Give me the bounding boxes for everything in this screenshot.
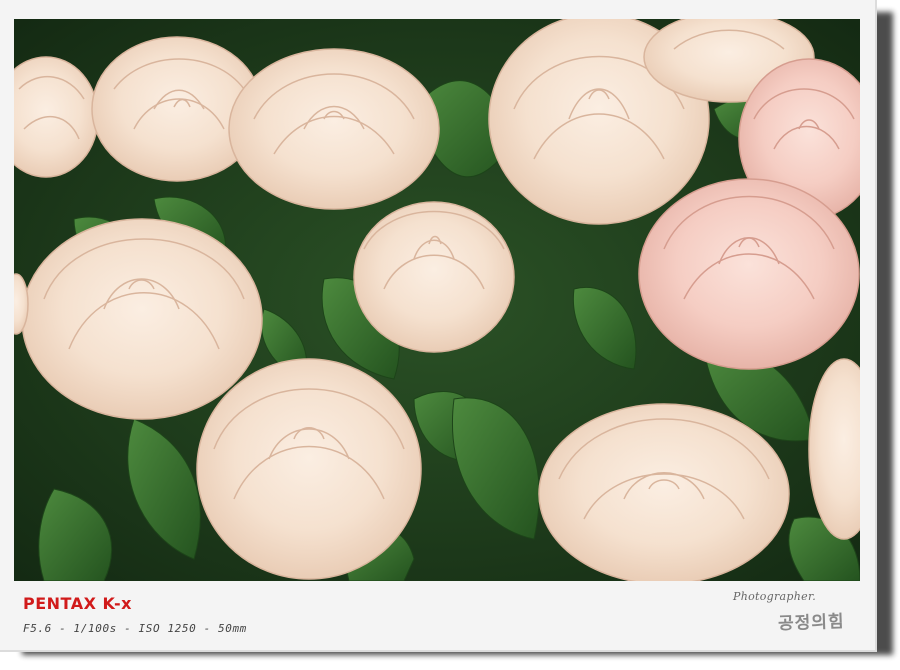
rose-top-center [228,48,440,210]
rose-photo-image [14,19,860,581]
rose-middle-right-pink [638,178,860,370]
photographer-label: Photographer. [733,590,817,603]
photo-card: PENTAX K-x F5.6 - 1/100s - ISO 1250 - 50… [0,0,877,652]
rose-bottom-center-right [538,403,790,581]
rose-bottom-center-left [196,358,422,580]
rose-middle-center [353,201,515,353]
rose-middle-left [21,218,263,420]
rose-photo [14,19,860,581]
camera-settings: F5.6 - 1/100s - ISO 1250 - 50mm [23,622,247,635]
photographer-signature: 공정의힘 [777,611,845,635]
camera-brand: PENTAX K-x [23,594,132,613]
